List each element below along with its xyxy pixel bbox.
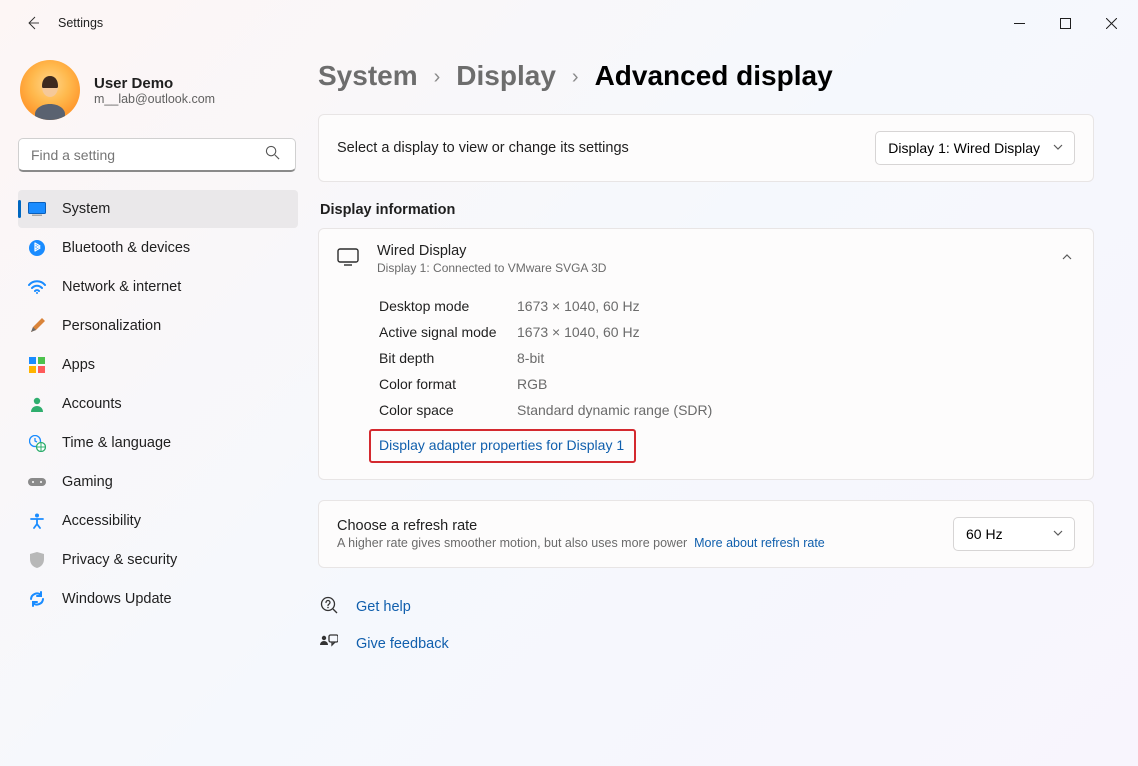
nav-privacy[interactable]: Privacy & security [18,541,298,579]
feedback-icon [320,634,338,654]
system-icon [28,200,46,218]
nav-accessibility[interactable]: Accessibility [18,502,298,540]
update-icon [28,590,46,608]
page-title: Advanced display [595,60,833,92]
refresh-rate-card: Choose a refresh rate A higher rate give… [318,500,1094,568]
aux-links: Get help Give feedback [318,588,1094,662]
nav-label: Personalization [62,318,161,334]
prop-row: Bit depth8-bit [379,345,1073,371]
nav-update[interactable]: Windows Update [18,580,298,618]
brush-icon [28,317,46,335]
nav-accounts[interactable]: Accounts [18,385,298,423]
breadcrumb-display[interactable]: Display [456,60,556,92]
nav-label: Gaming [62,474,113,490]
close-icon [1106,18,1117,29]
maximize-icon [1060,18,1071,29]
bluetooth-icon [28,239,46,257]
refresh-title: Choose a refresh rate [337,518,825,534]
prop-row: Color spaceStandard dynamic range (SDR) [379,397,1073,423]
clock-globe-icon [28,434,46,452]
nav-label: Privacy & security [62,552,177,568]
refresh-more-link[interactable]: More about refresh rate [694,536,825,550]
breadcrumb-system[interactable]: System [318,60,418,92]
nav-label: System [62,201,110,217]
nav-label: Windows Update [62,591,172,607]
prop-row: Active signal mode1673 × 1040, 60 Hz [379,319,1073,345]
nav-gaming[interactable]: Gaming [18,463,298,501]
user-email: m__lab@outlook.com [94,92,215,106]
display-info-card: Wired Display Display 1: Connected to VM… [318,228,1094,480]
person-icon [28,395,46,413]
nav-label: Bluetooth & devices [62,240,190,256]
display-props: Desktop mode1673 × 1040, 60 Hz Active si… [319,289,1093,479]
nav-list: System Bluetooth & devices Network & int… [18,190,298,619]
search-icon [265,145,280,165]
device-name: Wired Display [377,243,606,259]
display-info-heading: Display information [320,202,1094,218]
window-title: Settings [58,16,103,30]
nav-apps[interactable]: Apps [18,346,298,384]
nav-label: Network & internet [62,279,181,295]
give-feedback-label: Give feedback [356,636,449,652]
refresh-sub: A higher rate gives smoother motion, but… [337,536,687,550]
get-help-link[interactable]: Get help [318,588,1094,626]
profile-block[interactable]: User Demo m__lab@outlook.com [20,60,298,120]
display-dropdown[interactable]: Display 1: Wired Display [875,131,1075,165]
minimize-icon [1014,18,1025,29]
titlebar: Settings [0,0,1138,46]
nav-bluetooth[interactable]: Bluetooth & devices [18,229,298,267]
nav-system[interactable]: System [18,190,298,228]
window-controls [996,7,1134,39]
avatar [20,60,80,120]
search-box [18,138,298,172]
nav-label: Time & language [62,435,171,451]
sidebar: User Demo m__lab@outlook.com System Blue… [0,46,310,766]
back-button[interactable] [18,8,48,38]
content: System › Display › Advanced display Sele… [310,46,1138,766]
breadcrumb: System › Display › Advanced display [318,60,1094,92]
nav-label: Apps [62,357,95,373]
maximize-button[interactable] [1042,7,1088,39]
search-input[interactable] [18,138,296,172]
display-dropdown-value: Display 1: Wired Display [888,140,1040,156]
refresh-rate-value: 60 Hz [966,526,1003,542]
prop-row: Desktop mode1673 × 1040, 60 Hz [379,293,1073,319]
help-icon [320,596,338,618]
nav-time[interactable]: Time & language [18,424,298,462]
user-name: User Demo [94,75,215,92]
device-sub: Display 1: Connected to VMware SVGA 3D [377,261,606,275]
chevron-up-icon [1061,250,1073,268]
shield-icon [28,551,46,569]
gaming-icon [28,473,46,491]
give-feedback-link[interactable]: Give feedback [318,626,1094,662]
display-selector-card: Select a display to view or change its s… [318,114,1094,182]
wifi-icon [28,278,46,296]
nav-label: Accessibility [62,513,141,529]
chevron-right-icon: › [572,66,579,89]
close-button[interactable] [1088,7,1134,39]
select-display-label: Select a display to view or change its s… [337,140,629,156]
adapter-properties-link[interactable]: Display adapter properties for Display 1 [379,437,624,453]
chevron-down-icon [1052,140,1064,156]
nav-label: Accounts [62,396,122,412]
get-help-label: Get help [356,599,411,615]
chevron-right-icon: › [434,66,441,89]
prop-row: Color formatRGB [379,371,1073,397]
chevron-down-icon [1052,526,1064,542]
nav-personalization[interactable]: Personalization [18,307,298,345]
arrow-left-icon [25,15,41,31]
accessibility-icon [28,512,46,530]
display-expander[interactable]: Wired Display Display 1: Connected to VM… [319,229,1093,289]
minimize-button[interactable] [996,7,1042,39]
refresh-rate-dropdown[interactable]: 60 Hz [953,517,1075,551]
apps-icon [28,356,46,374]
nav-network[interactable]: Network & internet [18,268,298,306]
monitor-icon [337,248,359,271]
